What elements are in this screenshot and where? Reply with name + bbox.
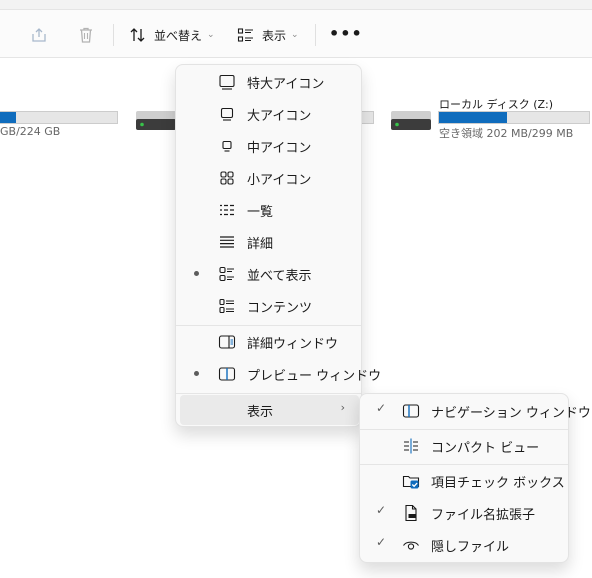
submenu-item-item-checkbox[interactable]: 項目チェック ボックス (364, 466, 566, 496)
submenu-item-navigation-pane[interactable]: ✓ ナビゲーション ウィンドウ (364, 396, 591, 426)
item-checkbox-icon (402, 472, 420, 490)
drive-usage-fill (0, 112, 16, 123)
drive-size-text-right: 空き領域 202 MB/299 MB (439, 127, 574, 140)
submenu-item-label: 項目チェック ボックス (431, 476, 565, 491)
drive-usage-fill (439, 112, 507, 123)
compact-view-icon (402, 437, 420, 455)
content-icon (218, 297, 236, 315)
tiles-icon (218, 265, 236, 283)
hard-drive-icon[interactable] (135, 107, 177, 133)
small-icons-icon (218, 169, 236, 187)
menu-item-medium-icons[interactable]: 中アイコン (180, 131, 359, 161)
menu-item-label: 詳細 (247, 237, 274, 252)
menu-item-details-pane[interactable]: 詳細ウィンドウ (180, 327, 359, 357)
menu-item-label: 大アイコン (247, 109, 312, 124)
submenu-item-file-extensions[interactable]: ✓ ファイル名拡張子 (364, 498, 566, 528)
menu-separator (360, 464, 568, 465)
menu-item-label: コンテンツ (247, 301, 313, 316)
hidden-files-icon (402, 536, 420, 554)
menu-item-show[interactable]: 表示 › (180, 395, 359, 425)
toolbar-separator (315, 24, 316, 46)
show-submenu: ✓ ナビゲーション ウィンドウ コンパクト ビュー 項目チェック ボックス ✓ … (359, 393, 591, 563)
drive-usage-bar-right (438, 111, 590, 124)
menu-separator (176, 393, 361, 394)
checkmark-icon: ✓ (376, 401, 387, 415)
submenu-item-label: コンパクト ビュー (431, 441, 540, 456)
menu-item-label: 表示 (247, 405, 274, 420)
sort-button[interactable]: 並べ替え ⌄ (129, 22, 215, 48)
checkmark-icon: ✓ (376, 503, 387, 517)
sort-label: 並べ替え (154, 28, 203, 43)
submenu-item-hidden-files[interactable]: ✓ 隠しファイル (364, 530, 566, 560)
menu-separator (176, 325, 361, 326)
menu-item-large-icons[interactable]: 大アイコン (180, 99, 359, 129)
view-dropdown-menu: 特大アイコン 大アイコン 中アイコン 小アイコン 一覧 詳細 並べて表示 コンテ… (175, 64, 381, 427)
trash-icon[interactable] (77, 26, 95, 44)
navigation-pane-icon (402, 402, 420, 420)
sort-icon (129, 27, 146, 43)
drive-name-right[interactable]: ローカル ディスク (Z:) (439, 96, 553, 112)
submenu-item-label: ナビゲーション ウィンドウ (431, 406, 591, 421)
menu-item-small-icons[interactable]: 小アイコン (180, 163, 359, 193)
toolbar-separator (113, 24, 114, 46)
title-strip (0, 0, 592, 10)
menu-item-extra-large-icons[interactable]: 特大アイコン (180, 67, 359, 97)
list-icon (218, 201, 236, 219)
menu-item-details[interactable]: 詳細 (180, 227, 359, 257)
menu-item-content[interactable]: コンテンツ (180, 291, 359, 321)
chevron-right-icon: › (340, 401, 345, 414)
drive-size-text-left: GB/224 GB (0, 125, 61, 138)
menu-item-label: 中アイコン (247, 141, 312, 156)
menu-item-label: 一覧 (247, 205, 274, 220)
command-bar: 並べ替え ⌄ 表示 ⌄ ••• (0, 10, 592, 58)
menu-item-label: 並べて表示 (247, 269, 312, 284)
view-label: 表示 (262, 28, 287, 43)
large-icons-icon (218, 105, 236, 123)
menu-item-list[interactable]: 一覧 (180, 195, 359, 225)
menu-item-label: 詳細ウィンドウ (247, 337, 339, 352)
preview-pane-icon (218, 365, 236, 383)
share-icon[interactable] (30, 26, 48, 44)
details-pane-icon (218, 333, 236, 351)
menu-item-label: 特大アイコン (247, 77, 325, 92)
view-button[interactable]: 表示 ⌄ (237, 22, 299, 48)
medium-icons-icon (218, 137, 236, 155)
details-icon (218, 233, 236, 251)
submenu-item-label: 隠しファイル (431, 540, 510, 555)
hard-drive-icon[interactable] (390, 107, 432, 133)
chevron-down-icon: ⌄ (291, 30, 299, 40)
view-layout-icon (237, 27, 254, 43)
menu-item-preview-pane[interactable]: プレビュー ウィンドウ (180, 359, 381, 389)
menu-item-label: プレビュー ウィンドウ (247, 369, 382, 384)
file-extension-icon (402, 504, 420, 522)
checkmark-icon: ✓ (376, 535, 387, 549)
submenu-item-compact-view[interactable]: コンパクト ビュー (364, 431, 566, 461)
selected-bullet (194, 371, 199, 376)
chevron-down-icon: ⌄ (207, 30, 215, 40)
submenu-item-label: ファイル名拡張子 (431, 508, 536, 523)
drive-usage-bar-left (0, 111, 118, 124)
more-options-button[interactable]: ••• (329, 24, 363, 43)
menu-item-tiles[interactable]: 並べて表示 (180, 259, 359, 289)
menu-item-label: 小アイコン (247, 173, 312, 188)
selected-bullet (194, 271, 199, 276)
menu-separator (360, 429, 568, 430)
extra-large-icons-icon (218, 73, 236, 91)
